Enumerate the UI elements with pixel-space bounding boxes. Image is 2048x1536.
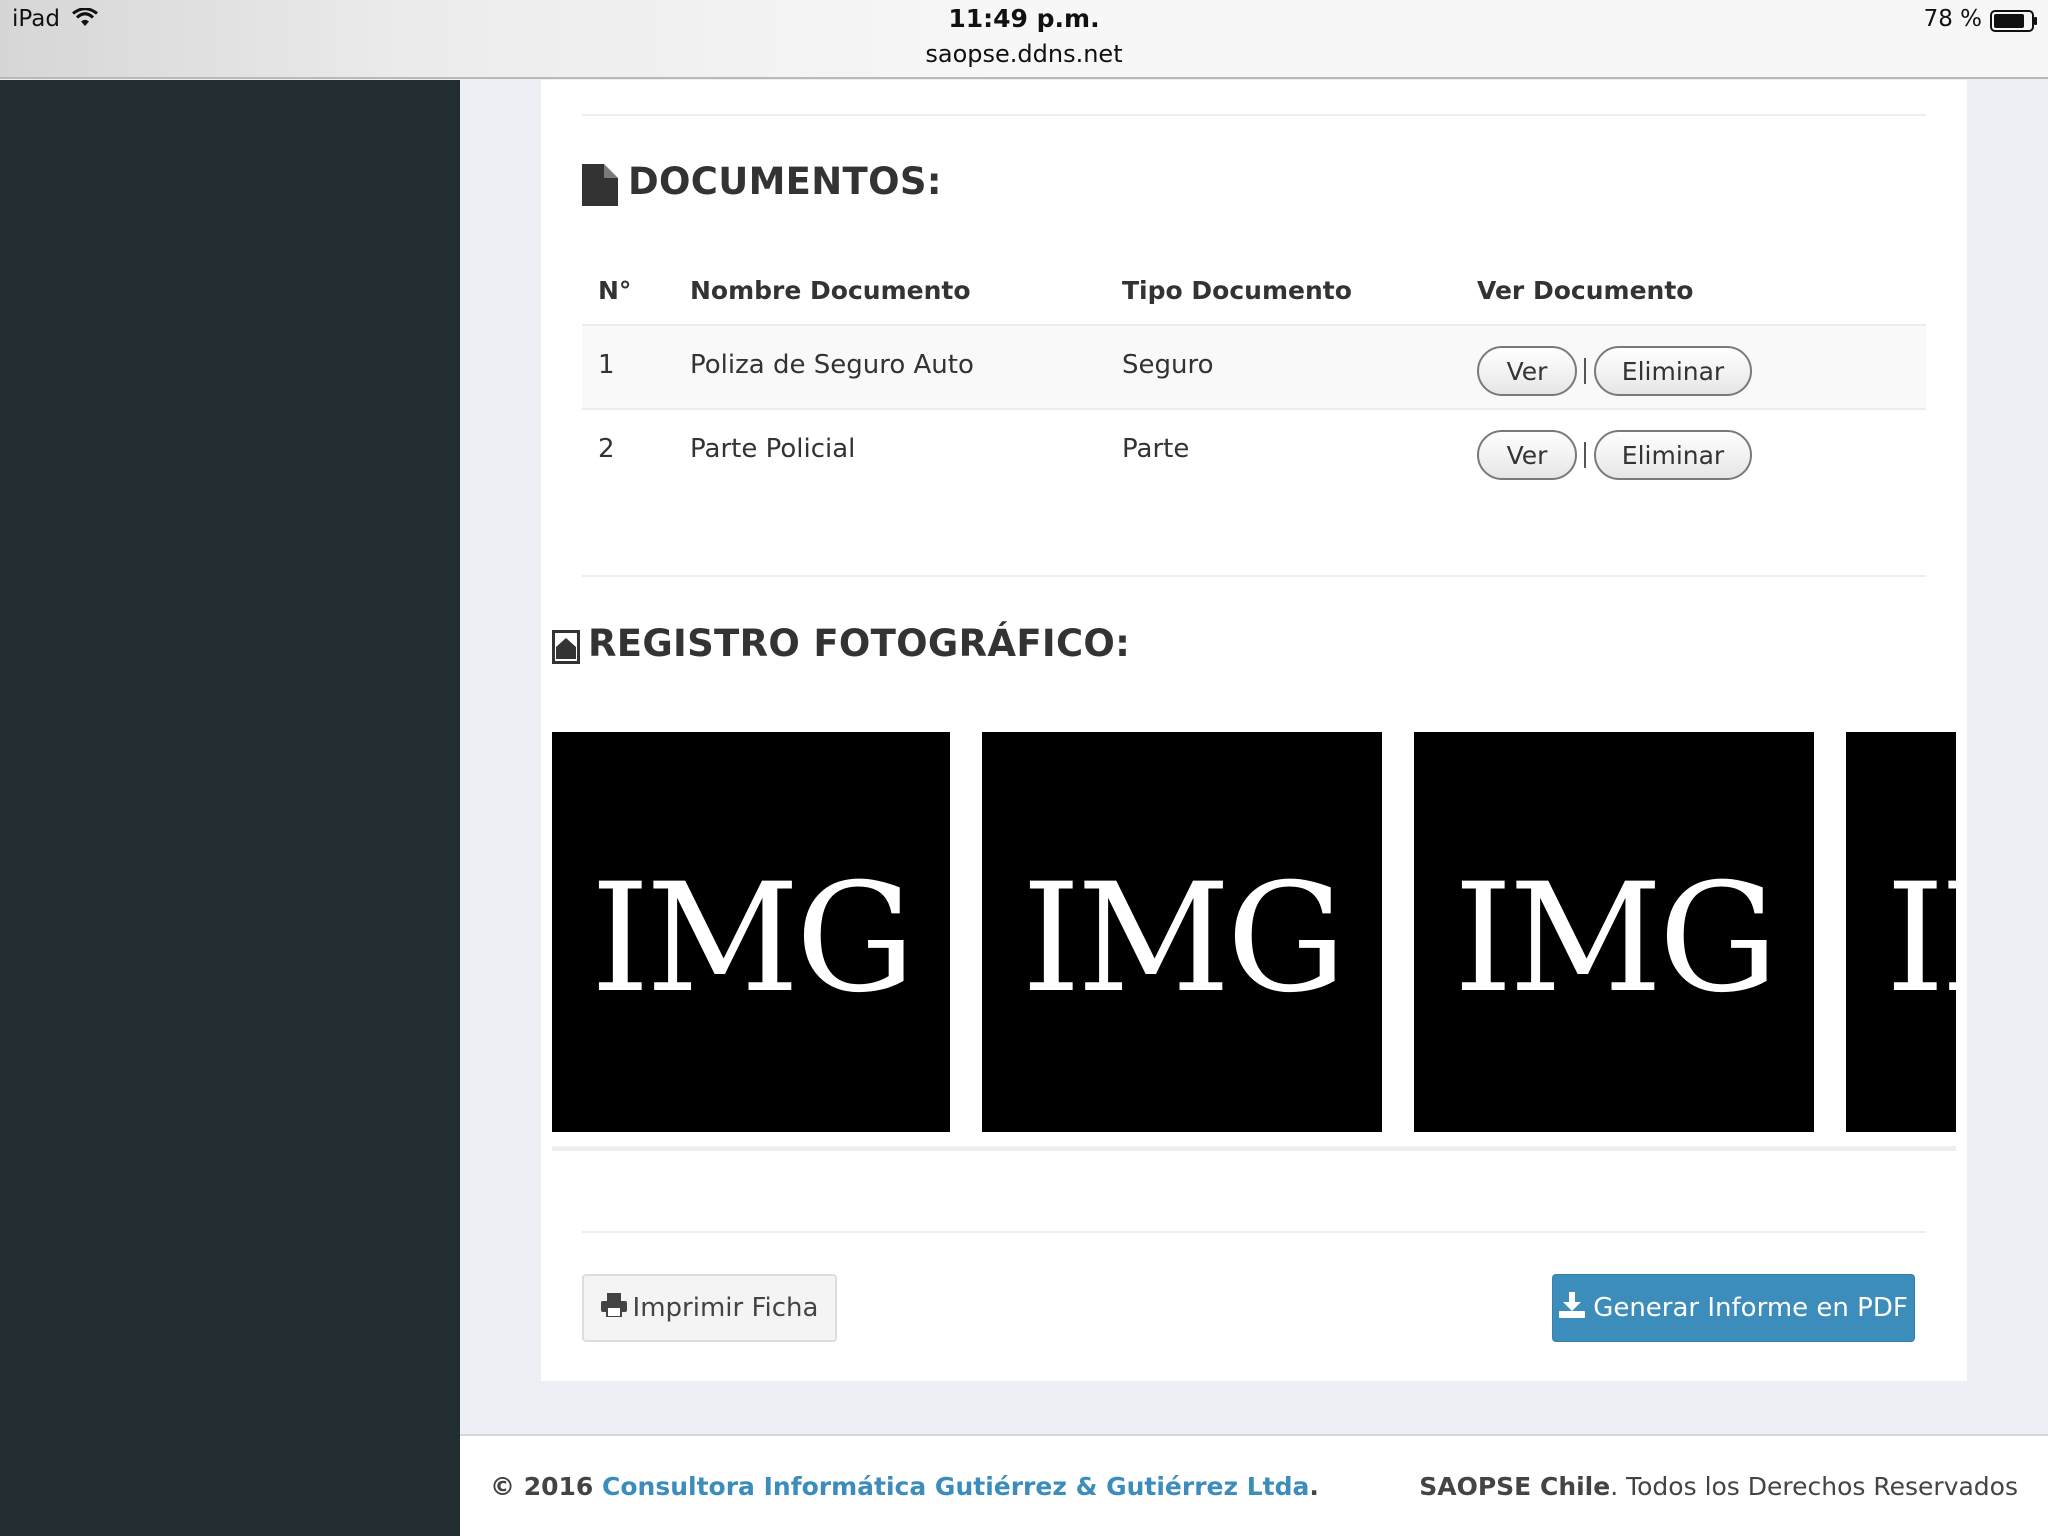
- download-icon: [1559, 1291, 1586, 1325]
- print-icon: [600, 1292, 627, 1324]
- separator: [1584, 358, 1586, 384]
- pdf-label: Generar Informe en PDF: [1593, 1293, 1908, 1323]
- file-icon: [582, 164, 618, 215]
- svg-text:IMG: IMG: [1886, 852, 1956, 1026]
- brand-name: SAOPSE Chile: [1419, 1472, 1611, 1501]
- photos-title: REGISTRO FOTOGRÁFICO:: [588, 622, 1131, 665]
- company-link[interactable]: Consultora Informática Gutiérrez & Gutié…: [602, 1472, 1309, 1501]
- footer: © 2016 Consultora Informática Gutiérrez …: [460, 1434, 2048, 1536]
- row-num: 1: [598, 350, 615, 380]
- footer-copyright: © 2016 Consultora Informática Gutiérrez …: [490, 1472, 1319, 1501]
- divider: [582, 1231, 1926, 1233]
- svg-text:IMG: IMG: [1022, 852, 1343, 1026]
- sidebar: [0, 80, 460, 1536]
- print-label: Imprimir Ficha: [632, 1293, 819, 1323]
- print-button[interactable]: Imprimir Ficha: [582, 1274, 837, 1342]
- address-url[interactable]: saopse.ddns.net: [0, 40, 2048, 68]
- row-num: 2: [598, 434, 615, 464]
- photo-thumbnail[interactable]: IMG: [552, 732, 950, 1132]
- status-time: 11:49 p.m.: [948, 4, 1100, 33]
- view-button[interactable]: Ver: [1477, 430, 1577, 480]
- photo-thumbnail[interactable]: IMG: [1846, 732, 1956, 1132]
- row-type: Seguro: [1122, 350, 1214, 380]
- separator: [1584, 442, 1586, 468]
- battery-icon: [1990, 10, 2038, 32]
- img-placeholder-icon: IMG: [1022, 852, 1347, 1026]
- table-row: 1 Poliza de Seguro Auto Seguro Ver Elimi…: [582, 324, 1926, 408]
- image-icon: [552, 630, 580, 673]
- ios-status-bar: iPad 11:49 p.m. saopse.ddns.net 78 %: [0, 0, 2048, 79]
- svg-text:IMG: IMG: [591, 852, 912, 1026]
- documents-title: DOCUMENTOS:: [628, 160, 942, 203]
- photo-gallery: IMG IMG IMG IMG: [552, 732, 1956, 1152]
- footer-rights: SAOPSE Chile. Todos los Derechos Reserva…: [1419, 1472, 2018, 1501]
- delete-button[interactable]: Eliminar: [1594, 430, 1752, 480]
- gallery-scrollbar[interactable]: [552, 1146, 1956, 1151]
- header-name: Nombre Documento: [690, 276, 971, 305]
- view-button[interactable]: Ver: [1477, 346, 1577, 396]
- header-view: Ver Documento: [1477, 276, 1694, 305]
- generate-pdf-button[interactable]: Generar Informe en PDF: [1552, 1274, 1915, 1342]
- row-name: Poliza de Seguro Auto: [690, 350, 974, 380]
- img-placeholder-icon: IMG: [1886, 852, 1956, 1026]
- header-type: Tipo Documento: [1122, 276, 1352, 305]
- divider: [582, 575, 1926, 577]
- svg-text:IMG: IMG: [1454, 852, 1775, 1026]
- row-type: Parte: [1122, 434, 1190, 464]
- battery-percent: 78 %: [1923, 6, 1982, 32]
- row-name: Parte Policial: [690, 434, 856, 464]
- img-placeholder-icon: IMG: [591, 852, 916, 1026]
- table-row: 2 Parte Policial Parte Ver Eliminar: [582, 408, 1926, 492]
- delete-button[interactable]: Eliminar: [1594, 346, 1752, 396]
- img-placeholder-icon: IMG: [1454, 852, 1779, 1026]
- photo-thumbnail[interactable]: IMG: [1414, 732, 1814, 1132]
- divider: [582, 114, 1926, 116]
- photo-thumbnail[interactable]: IMG: [982, 732, 1382, 1132]
- header-num: N°: [598, 276, 632, 305]
